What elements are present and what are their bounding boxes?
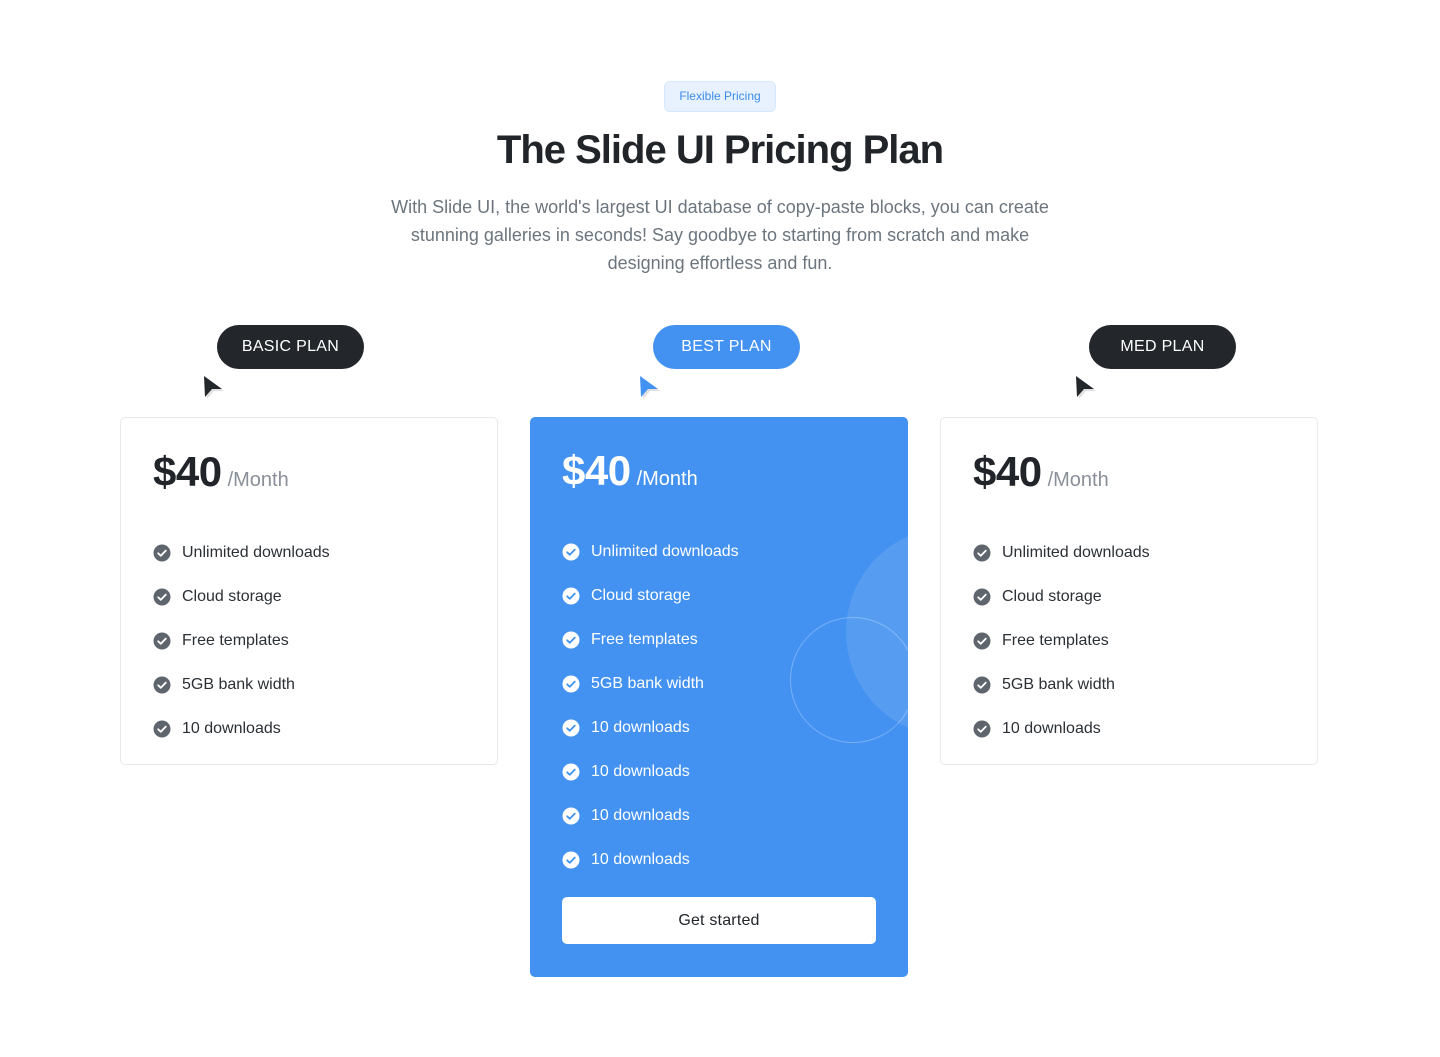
check-circle-icon xyxy=(153,588,171,606)
feature-label: 10 downloads xyxy=(591,851,690,868)
price-period: /Month xyxy=(227,469,289,491)
feature-item: Free templates xyxy=(153,619,330,663)
price-period: /Month xyxy=(636,468,698,490)
page-subtitle: With Slide UI, the world's largest UI da… xyxy=(391,197,1049,273)
check-circle-icon xyxy=(973,588,991,606)
feature-label: Cloud storage xyxy=(182,588,282,605)
check-circle-icon xyxy=(153,676,171,694)
check-circle-icon xyxy=(973,544,991,562)
check-circle-icon xyxy=(153,720,171,738)
price-amount: $40 xyxy=(562,447,631,494)
price: $40/Month xyxy=(562,447,698,495)
check-circle-icon xyxy=(973,632,991,650)
feature-item: Free templates xyxy=(973,619,1150,663)
feature-list: Unlimited downloads Cloud storage Free tem… xyxy=(973,531,1150,751)
price: $40/Month xyxy=(153,448,289,496)
feature-label: Cloud storage xyxy=(591,587,691,604)
feature-item: 5GB bank width xyxy=(973,663,1150,707)
check-circle-icon xyxy=(562,719,580,737)
feature-item: Cloud storage xyxy=(973,575,1150,619)
cursor-arrow-icon xyxy=(640,376,660,399)
feature-item: Unlimited downloads xyxy=(562,530,739,574)
med-plan-label: MED PLAN xyxy=(1089,325,1236,369)
feature-label: Free templates xyxy=(591,631,698,648)
feature-label: Unlimited downloads xyxy=(1002,544,1150,561)
feature-label: 10 downloads xyxy=(591,807,690,824)
med-plan-card: $40/Month Unlimited downloads Cloud stora… xyxy=(940,417,1318,765)
feature-label: 5GB bank width xyxy=(1002,676,1115,693)
check-circle-icon xyxy=(153,544,171,562)
feature-item: 10 downloads xyxy=(153,707,330,751)
check-circle-icon xyxy=(562,631,580,649)
feature-item: 10 downloads xyxy=(562,706,739,750)
feature-item: 10 downloads xyxy=(562,750,739,794)
check-circle-icon xyxy=(562,543,580,561)
basic-plan-label: BASIC PLAN xyxy=(217,325,364,369)
price-amount: $40 xyxy=(973,448,1042,495)
price-amount: $40 xyxy=(153,448,222,495)
feature-item: Cloud storage xyxy=(153,575,330,619)
check-circle-icon xyxy=(153,632,171,650)
feature-label: 10 downloads xyxy=(1002,720,1101,737)
feature-label: Cloud storage xyxy=(1002,588,1102,605)
check-circle-icon xyxy=(562,851,580,869)
feature-label: 10 downloads xyxy=(591,719,690,736)
feature-label: 10 downloads xyxy=(591,763,690,780)
best-plan-card: $40/Month Unlimited downloads Cloud stora… xyxy=(530,417,908,977)
feature-list: Unlimited downloads Cloud storage Free tem… xyxy=(153,531,330,751)
price: $40/Month xyxy=(973,448,1109,496)
price-period: /Month xyxy=(1047,469,1109,491)
best-plan-label: BEST PLAN xyxy=(653,325,800,369)
decorative-ring xyxy=(790,617,908,743)
cursor-arrow-icon xyxy=(204,376,224,399)
feature-item: 5GB bank width xyxy=(153,663,330,707)
page-title: The Slide UI Pricing Plan xyxy=(496,128,944,172)
feature-label: 10 downloads xyxy=(182,720,281,737)
check-circle-icon xyxy=(562,675,580,693)
feature-item: 10 downloads xyxy=(562,794,739,838)
feature-item: 5GB bank width xyxy=(562,662,739,706)
feature-item: Free templates xyxy=(562,618,739,662)
feature-label: 5GB bank width xyxy=(182,676,295,693)
feature-item: 10 downloads xyxy=(562,838,739,882)
check-circle-icon xyxy=(562,587,580,605)
feature-item: Unlimited downloads xyxy=(153,531,330,575)
flexible-pricing-badge: Flexible Pricing xyxy=(664,81,776,112)
feature-item: 10 downloads xyxy=(973,707,1150,751)
cursor-arrow-icon xyxy=(1076,376,1096,399)
get-started-button[interactable]: Get started xyxy=(562,897,876,944)
feature-label: Unlimited downloads xyxy=(182,544,330,561)
check-circle-icon xyxy=(562,763,580,781)
basic-plan-card: $40/Month Unlimited downloads Cloud stora… xyxy=(120,417,498,765)
feature-label: Unlimited downloads xyxy=(591,543,739,560)
feature-label: Free templates xyxy=(182,632,289,649)
feature-label: Free templates xyxy=(1002,632,1109,649)
check-circle-icon xyxy=(562,807,580,825)
check-circle-icon xyxy=(973,676,991,694)
feature-item: Cloud storage xyxy=(562,574,739,618)
feature-list: Unlimited downloads Cloud storage Free tem… xyxy=(562,530,739,882)
feature-item: Unlimited downloads xyxy=(973,531,1150,575)
feature-label: 5GB bank width xyxy=(591,675,704,692)
check-circle-icon xyxy=(973,720,991,738)
